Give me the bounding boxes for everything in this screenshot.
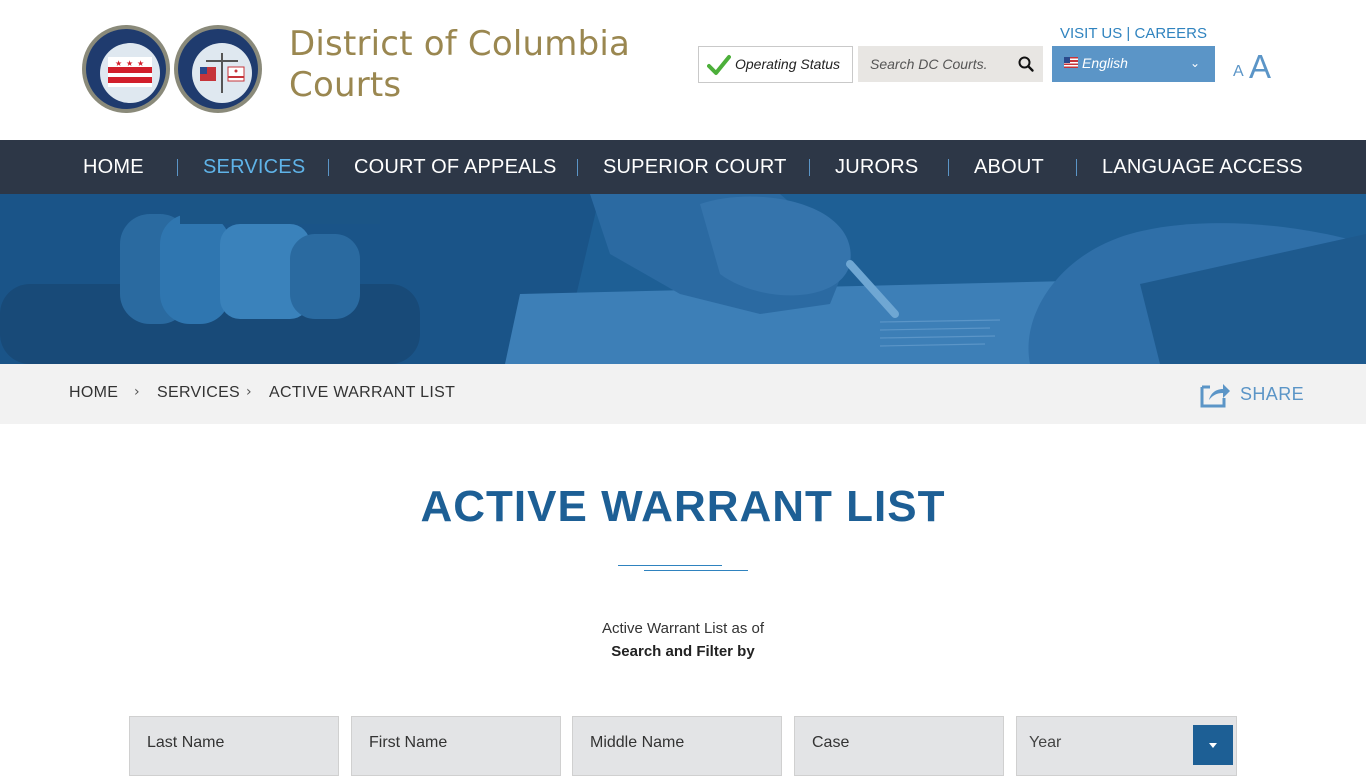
language-label: English xyxy=(1082,55,1128,71)
main-nav: HOME SERVICES COURT OF APPEALS SUPERIOR … xyxy=(0,140,1366,194)
dc-flag-icon: ★ ★ ★ xyxy=(108,57,152,87)
nav-item-court-of-appeals[interactable]: COURT OF APPEALS xyxy=(354,156,557,179)
breadcrumb-home[interactable]: HOME xyxy=(69,384,118,402)
last-name-field xyxy=(129,716,339,776)
year-select-label: Year xyxy=(1029,734,1062,751)
case-field xyxy=(794,716,1004,776)
scales-of-justice-icon xyxy=(200,53,245,93)
font-size-small-button[interactable]: A xyxy=(1233,63,1244,81)
search-input[interactable] xyxy=(858,46,1008,82)
checkmark-icon xyxy=(707,55,731,75)
nav-separator xyxy=(948,159,949,176)
first-name-input[interactable] xyxy=(352,717,560,775)
nav-item-language-access[interactable]: LANGUAGE ACCESS xyxy=(1102,156,1303,179)
font-size-large-button[interactable]: A xyxy=(1249,48,1271,86)
nav-item-jurors[interactable]: JURORS xyxy=(835,156,918,179)
title-divider xyxy=(644,570,748,571)
operating-status-button[interactable]: Operating Status xyxy=(698,46,853,83)
year-dropdown-button[interactable] xyxy=(1193,725,1233,765)
title-divider xyxy=(618,565,722,566)
breadcrumb-services[interactable]: SERVICES xyxy=(157,384,240,402)
case-input[interactable] xyxy=(795,717,1003,775)
top-links: VISIT US | CAREERS xyxy=(1060,25,1207,42)
search-box xyxy=(858,46,1043,82)
nav-separator xyxy=(577,159,578,176)
share-label: SHARE xyxy=(1240,384,1305,404)
year-select[interactable]: Year xyxy=(1016,716,1237,776)
hero-banner xyxy=(0,194,1366,364)
breadcrumb-separator: › xyxy=(134,384,140,400)
search-icon[interactable] xyxy=(1017,55,1035,73)
nav-item-services[interactable]: SERVICES xyxy=(203,156,305,179)
breadcrumb-separator: › xyxy=(246,384,252,400)
us-flag-icon xyxy=(1064,57,1078,68)
middle-name-field xyxy=(572,716,782,776)
superior-court-seal[interactable] xyxy=(174,25,262,113)
nav-item-home[interactable]: HOME xyxy=(83,156,144,179)
site-title[interactable]: District of Columbia Courts xyxy=(289,24,649,106)
last-name-input[interactable] xyxy=(130,717,338,775)
nav-item-about[interactable]: ABOUT xyxy=(974,156,1044,179)
first-name-field xyxy=(351,716,561,776)
nav-item-superior-court[interactable]: SUPERIOR COURT xyxy=(603,156,787,179)
language-select[interactable]: English ⌄ xyxy=(1052,46,1215,82)
operating-status-label: Operating Status xyxy=(735,56,841,72)
nav-separator xyxy=(1076,159,1077,176)
page-title: ACTIVE WARRANT LIST xyxy=(420,482,946,531)
careers-link[interactable]: CAREERS xyxy=(1135,25,1208,42)
top-links-divider: | xyxy=(1126,25,1131,42)
court-of-appeals-seal[interactable]: ★ ★ ★ xyxy=(82,25,170,113)
share-icon xyxy=(1200,384,1230,408)
site-header: ★ ★ ★ District of Columbia Courts VISIT … xyxy=(0,0,1366,140)
breadcrumb-current: ACTIVE WARRANT LIST xyxy=(269,384,456,401)
warrant-list-as-of: Active Warrant List as of xyxy=(602,620,764,637)
caret-down-icon xyxy=(1209,743,1217,748)
visit-us-link[interactable]: VISIT US xyxy=(1060,25,1122,42)
hero-gavel-signing-image xyxy=(0,194,1366,364)
search-filter-heading: Search and Filter by xyxy=(611,643,755,660)
breadcrumb: HOME › SERVICES › ACTIVE WARRANT LIST SH… xyxy=(0,364,1366,424)
nav-separator xyxy=(328,159,329,176)
chevron-down-icon: ⌄ xyxy=(1190,56,1201,70)
nav-separator xyxy=(177,159,178,176)
nav-separator xyxy=(809,159,810,176)
middle-name-input[interactable] xyxy=(573,717,781,775)
